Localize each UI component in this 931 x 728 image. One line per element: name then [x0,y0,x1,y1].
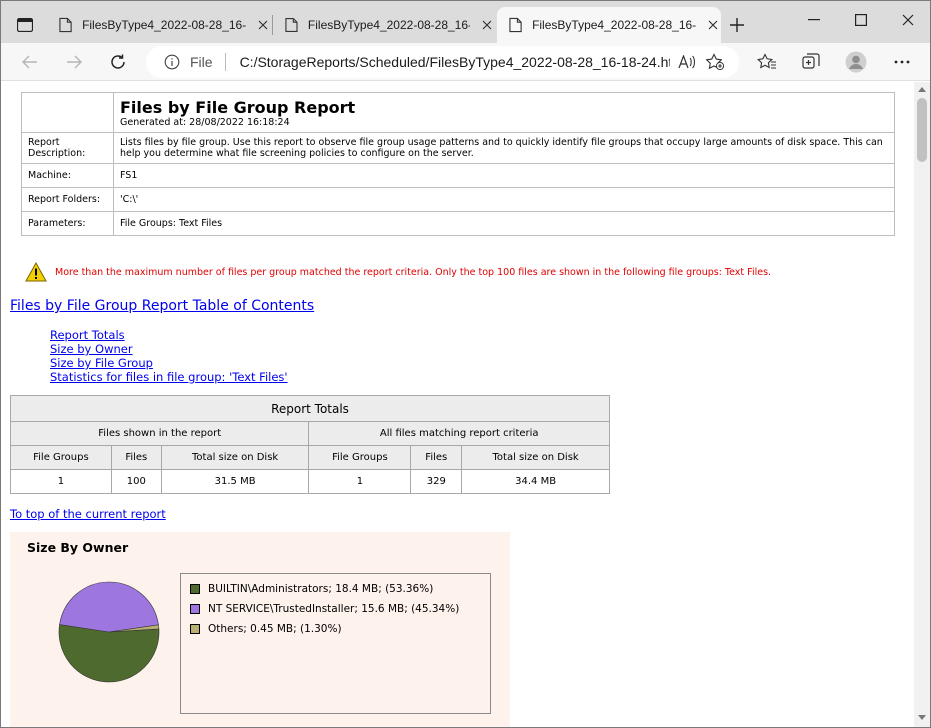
legend-label: Others; 0.45 MB; (1.30%) [208,623,342,635]
tab-actions-icon[interactable] [9,11,41,39]
file-icon [285,17,298,33]
scroll-up-icon[interactable] [918,86,926,94]
new-tab-icon[interactable] [723,11,751,39]
tab-2[interactable]: FilesByType4_2022-08-28_16-18-24.html [273,7,495,43]
description-label: Report Description: [21,132,114,164]
back-arrow-icon[interactable] [15,47,45,77]
table-cell: 1 [308,469,412,494]
toc-list: Report Totals Size by Owner Size by File… [50,328,288,384]
page-content: Files by File Group Report Generated at:… [1,82,914,727]
close-icon[interactable] [254,16,271,34]
tab-1[interactable]: FilesByType4_2022-08-28_16-18-24.html [47,7,271,43]
avatar[interactable] [841,47,871,77]
more-menu-icon[interactable] [887,47,917,77]
generated-at: Generated at: 28/08/2022 16:18:24 [120,117,290,128]
warning-icon [25,262,47,282]
table-cell: 1 [10,469,112,494]
toc-link-report-totals[interactable]: Report Totals [50,328,288,342]
column-header: File Groups [308,445,412,470]
parameters-value: File Groups: Text Files [113,211,895,236]
tab-strip: FilesByType4_2022-08-28_16-18-24.html Fi… [1,1,930,43]
totals-group-shown: Files shown in the report [9,421,310,446]
legend-label: NT SERVICE\TrustedInstaller; 15.6 MB; (4… [208,603,460,615]
pie-slice-1 [58,624,160,683]
legend-label: BUILTIN\Administrators; 18.4 MB; (53.36%… [208,583,434,595]
maximize-icon[interactable] [838,5,884,35]
legend-swatch [190,624,200,634]
vertical-scrollbar[interactable] [914,82,930,727]
owner-legend: BUILTIN\Administrators; 18.4 MB; (53.36%… [180,573,491,714]
navigation-toolbar: File C:/StorageReports/Scheduled/FilesBy… [1,43,930,81]
scrollbar-thumb[interactable] [917,98,927,162]
add-favorite-icon[interactable] [704,51,726,73]
toc-link-size-by-owner[interactable]: Size by Owner [50,342,288,356]
file-icon [59,17,72,33]
report-title: Files by File Group Report [120,98,356,117]
legend-item: BUILTIN\Administrators; 18.4 MB; (53.36%… [190,583,433,595]
parameters-label: Parameters: [21,211,114,236]
totals-title: Report Totals [10,395,610,422]
column-header: Total size on Disk [160,445,310,470]
report-header-table: Files by File Group Report Generated at:… [21,92,895,236]
warning-message: More than the maximum number of files pe… [25,262,771,282]
column-header: File Groups [10,445,112,470]
table-cell: 100 [110,469,162,494]
totals-group-all: All files matching report criteria [308,421,610,446]
tab-title: FilesByType4_2022-08-28_16-18-24.html [532,18,697,32]
collections-icon[interactable] [796,47,826,77]
close-icon[interactable] [478,16,495,34]
toc-link-size-by-file-group[interactable]: Size by File Group [50,356,288,370]
tab-title: FilesByType4_2022-08-28_16-18-24.html [307,18,471,32]
column-header: Files [410,445,463,470]
folders-value: 'C:\' [113,187,895,212]
file-icon [509,17,522,33]
toc-link-statistics[interactable]: Statistics for files in file group: 'Tex… [50,370,288,384]
minimize-icon[interactable] [791,5,837,35]
info-icon[interactable] [164,54,180,70]
tab-title: FilesByType4_2022-08-28_16-18-24.html [82,18,247,32]
warning-text: More than the maximum number of files pe… [55,266,772,278]
pie-slice-2 [59,581,159,633]
size-by-owner-panel: Size By Owner BUILTIN\Administrators; 18… [10,532,510,727]
legend-item: NT SERVICE\TrustedInstaller; 15.6 MB; (4… [190,603,459,615]
close-icon[interactable] [704,16,721,34]
scroll-down-icon[interactable] [918,715,926,723]
machine-label: Machine: [21,163,114,188]
column-header: Files [110,445,162,470]
column-header: Total size on Disk [461,445,610,470]
read-aloud-icon[interactable] [676,51,698,73]
machine-value: FS1 [113,163,895,188]
toc-title-link[interactable]: Files by File Group Report Table of Cont… [10,298,314,314]
header-empty-cell [21,92,114,133]
browser-window: FilesByType4_2022-08-28_16-18-24.html Fi… [0,0,931,728]
refresh-icon[interactable] [103,47,133,77]
legend-swatch [190,604,200,614]
forward-arrow-icon[interactable] [59,47,89,77]
tab-3-active[interactable]: FilesByType4_2022-08-28_16-18-24.html [497,7,721,43]
legend-swatch [190,584,200,594]
table-cell: 31.5 MB [160,469,310,494]
report-totals-table: Report Totals Files shown in the report … [9,395,610,494]
size-by-owner-title: Size By Owner [27,540,129,555]
legend-item: Others; 0.45 MB; (1.30%) [190,623,342,635]
favorites-icon[interactable] [752,47,782,77]
close-window-icon[interactable] [885,5,930,35]
table-cell: 329 [410,469,463,494]
description-value: Lists files by file group. Use this repo… [113,132,895,164]
folders-label: Report Folders: [21,187,114,212]
to-top-link[interactable]: To top of the current report [10,507,166,521]
url-text[interactable]: C:/StorageReports/Scheduled/FilesByType4… [240,54,670,70]
address-bar[interactable]: File C:/StorageReports/Scheduled/FilesBy… [146,46,739,78]
owner-pie-chart [58,581,160,683]
address-divider [224,53,226,71]
report-title-cell: Files by File Group Report Generated at:… [113,92,895,133]
table-cell: 34.4 MB [461,469,610,494]
url-scheme: File [190,54,213,70]
